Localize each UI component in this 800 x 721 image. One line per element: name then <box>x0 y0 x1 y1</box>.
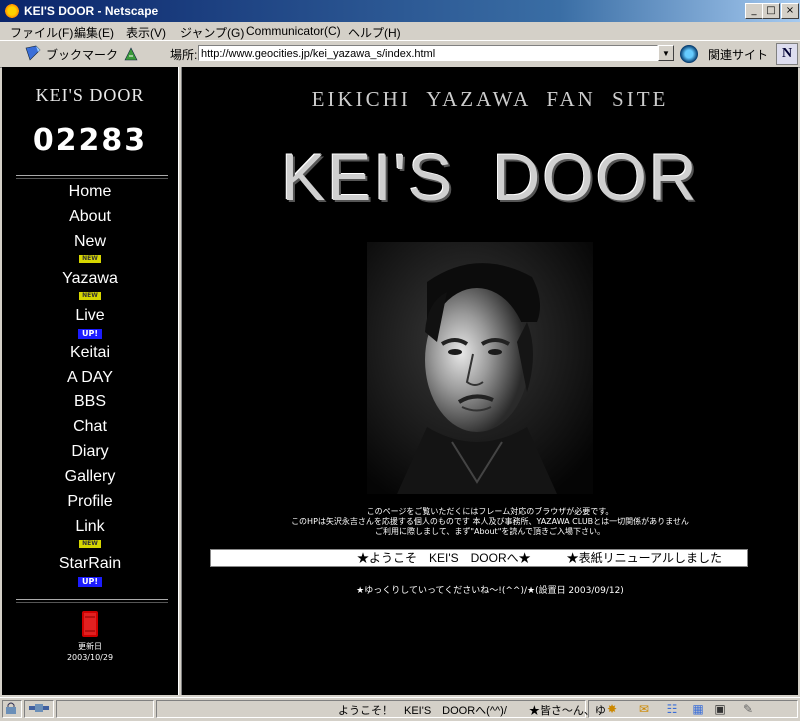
nav-chat[interactable]: Chat <box>2 418 178 436</box>
marquee-text: ★ようこそ KEI'S DOORへ★ ★表紙リニューアルしました <box>357 551 723 565</box>
nav-diary[interactable]: Diary <box>2 443 178 461</box>
sidebar-site-title: KEI'S DOOR <box>35 85 145 105</box>
related-sites-icon[interactable] <box>680 45 698 63</box>
progress-cell <box>56 700 154 718</box>
location-label: 場所: <box>170 48 198 62</box>
sidebar-divider-bottom <box>16 599 168 603</box>
nav-about[interactable]: About <box>2 208 178 226</box>
up-badge: UP! <box>78 329 102 339</box>
address-book-icon[interactable]: ▦ <box>690 701 706 717</box>
url-dropdown-button[interactable]: ▼ <box>658 45 674 61</box>
nav-bbs[interactable]: BBS <box>2 393 178 411</box>
new-badge: NEW <box>79 292 101 300</box>
new-badge: NEW <box>79 540 101 548</box>
menu-communicator[interactable]: Communicator(C) <box>246 24 341 38</box>
notice-line-3: ご利用に際しまして、まず"About"を読んで頂きご入場下さい。 <box>375 527 605 536</box>
maximize-button[interactable]: □ <box>762 3 780 19</box>
location-go-icon[interactable] <box>122 45 140 63</box>
notice-line-2: このHPは矢沢永吉さんを応援する個人のものです 本人及び事務所、YAZAWA C… <box>291 517 689 526</box>
menu-help[interactable]: ヘルプ(H) <box>348 24 401 41</box>
edit-icon[interactable]: ✎ <box>740 701 756 717</box>
location-toolbar: ブックマーク 場所: http://www.geocities.jp/kei_y… <box>0 40 800 68</box>
nav-yazawa[interactable]: Yazawa <box>2 270 178 288</box>
security-lock-cell[interactable] <box>2 700 22 718</box>
nav-gallery[interactable]: Gallery <box>2 468 178 486</box>
nav-profile[interactable]: Profile <box>2 493 178 511</box>
update-label: 更新日 <box>78 642 102 651</box>
nav-link[interactable]: Link <box>2 518 178 536</box>
update-book-icon <box>82 611 98 637</box>
portrait-image <box>367 242 593 494</box>
status-bar: ようこそ！ KEI'S DOORへ(^^)/ ★皆さ〜ん、ゆ ✸ ✉ ☷ ▦ ▣… <box>0 697 800 721</box>
menu-go[interactable]: ジャンプ(G) <box>180 24 244 41</box>
menu-edit[interactable]: 編集(E) <box>74 24 114 41</box>
menu-bar: ファイル(F) 編集(E) 表示(V) ジャンプ(G) Communicator… <box>0 22 800 40</box>
navigator-icon[interactable]: ✸ <box>604 701 620 717</box>
sidebar-divider-top <box>16 175 168 179</box>
nav-starrain[interactable]: StarRain <box>2 555 178 573</box>
netscape-logo[interactable]: N <box>776 43 798 65</box>
composer-icon[interactable]: ▣ <box>712 701 728 717</box>
new-badge: NEW <box>79 255 101 263</box>
nav-new[interactable]: New <box>2 233 178 251</box>
mail-icon[interactable]: ✉ <box>636 701 652 717</box>
nav-a-day[interactable]: A DAY <box>2 369 178 387</box>
security-icon <box>6 702 16 714</box>
netscape-app-icon <box>4 3 20 19</box>
up-badge: UP! <box>78 577 102 587</box>
menu-view[interactable]: 表示(V) <box>126 24 166 41</box>
bookmark-icon[interactable] <box>24 45 44 61</box>
menu-file[interactable]: ファイル(F) <box>10 24 73 41</box>
nav-home[interactable]: Home <box>2 183 178 201</box>
window-title: KEI'S DOOR - Netscape <box>24 4 159 18</box>
window-title-bar[interactable]: KEI'S DOOR - Netscape _ □ × <box>0 0 800 22</box>
visitor-counter: 02283 <box>32 123 148 158</box>
minimize-button[interactable]: _ <box>745 3 763 19</box>
bookmarks-button[interactable]: ブックマーク <box>46 46 118 63</box>
site-subtitle: EIKICHI YAZAWA FAN SITE <box>311 87 669 111</box>
connection-cell <box>24 700 54 718</box>
related-sites-button[interactable]: 関連サイト <box>708 46 768 63</box>
nav-keitai[interactable]: Keitai <box>2 344 178 362</box>
update-date: 2003/10/29 <box>66 653 114 662</box>
notice-line-1: このページをご覧いただくにはフレーム対応のブラウザが必要です。 <box>366 507 614 516</box>
main-frame: EIKICHI YAZAWA FAN SITE KEI'S DOOR このページ… <box>182 67 798 695</box>
newsgroup-icon[interactable]: ☷ <box>664 701 680 717</box>
welcome-footer: ★ゆっくりしていってくださいね〜!(^^)/★(設置日 2003/09/12) <box>356 586 624 596</box>
connection-icon <box>29 704 49 712</box>
site-logo-title: KEI'S DOOR <box>281 140 699 214</box>
nav-live[interactable]: Live <box>2 307 178 325</box>
status-message: ようこそ！ KEI'S DOORへ(^^)/ ★皆さ〜ん、ゆ <box>338 705 606 717</box>
welcome-marquee: ★ようこそ KEI'S DOORへ★ ★表紙リニューアルしました <box>210 549 748 567</box>
url-field[interactable]: http://www.geocities.jp/kei_yazawa_s/ind… <box>198 45 658 61</box>
navigation-frame: KEI'S DOOR 02283 Home About New NEW Yaza… <box>2 67 178 695</box>
close-button[interactable]: × <box>781 3 799 19</box>
page-content: KEI'S DOOR 02283 Home About New NEW Yaza… <box>2 67 798 695</box>
